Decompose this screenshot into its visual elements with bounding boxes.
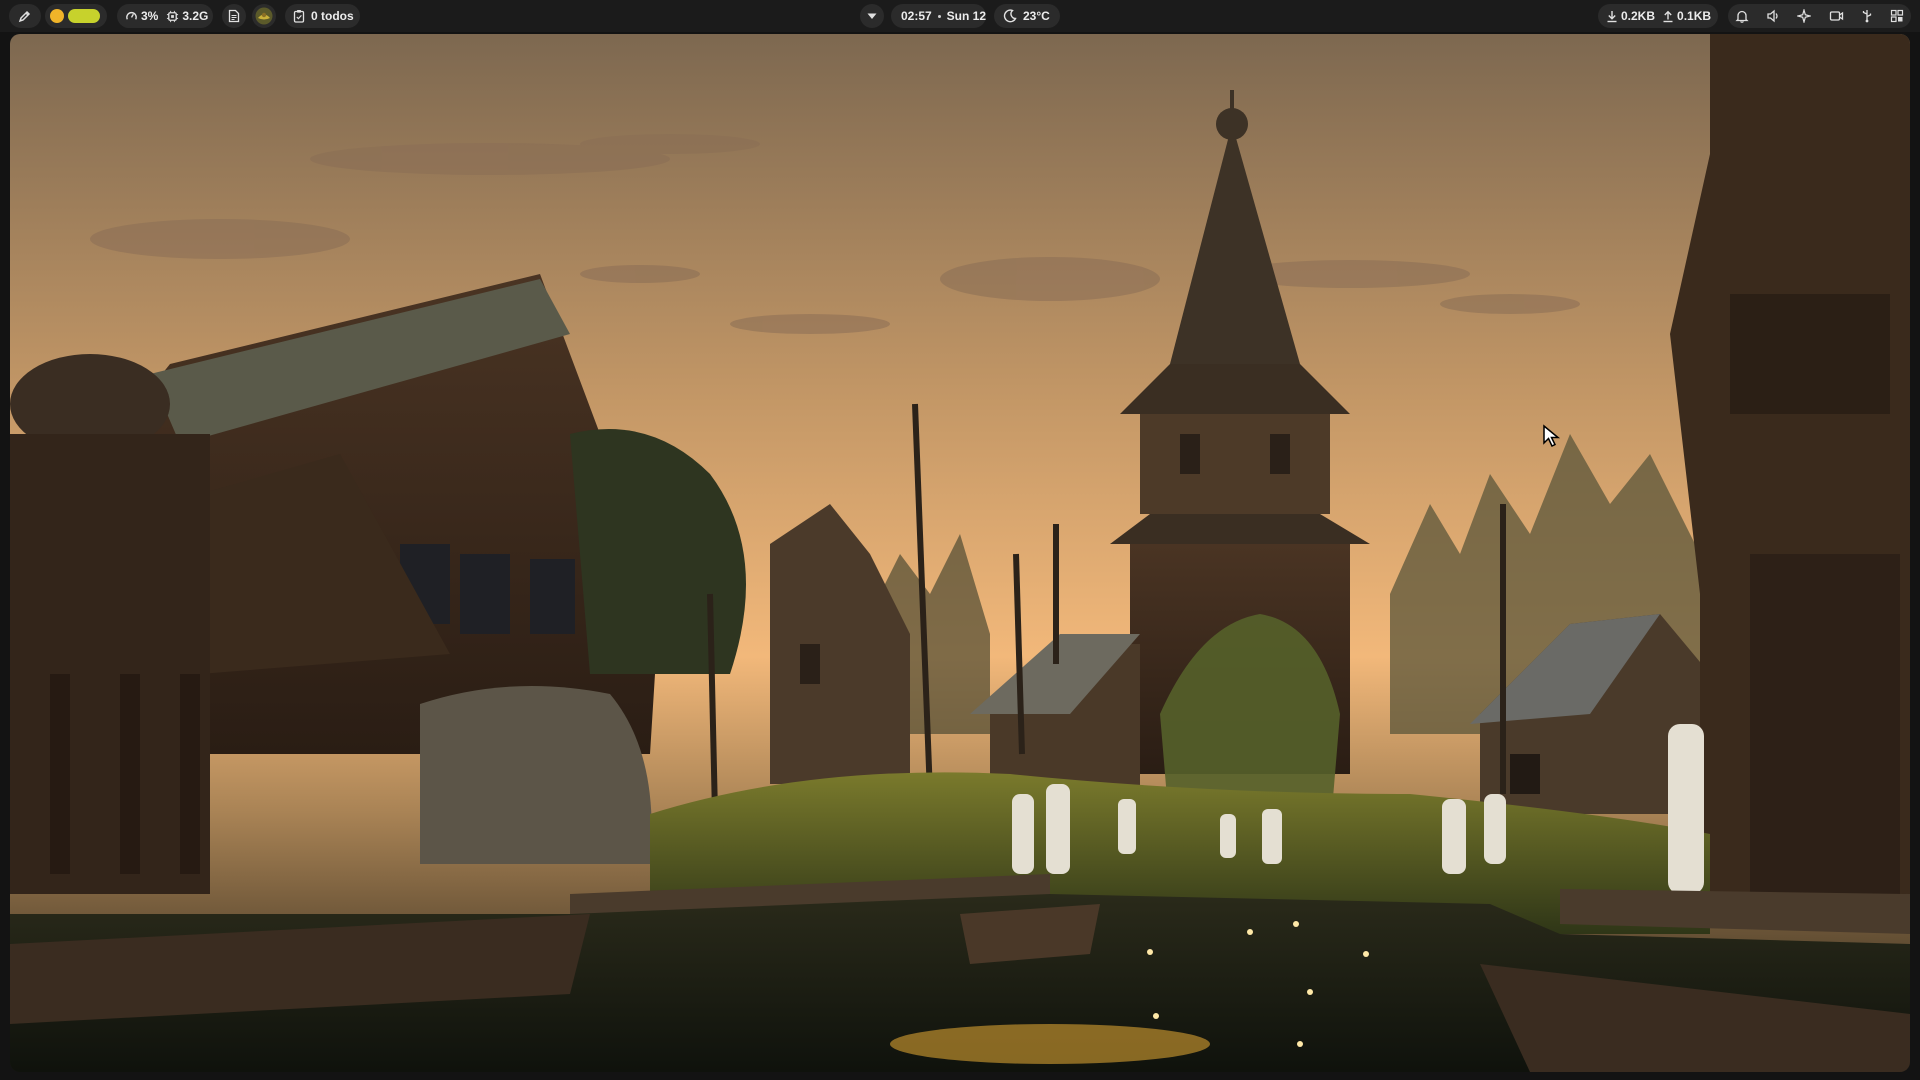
sparkle-icon[interactable] [1797,9,1812,23]
app-avatar-button[interactable] [252,4,276,28]
document-icon [228,9,240,23]
clipboard-icon [293,9,305,23]
camera-icon[interactable] [1829,9,1844,23]
left-pavilion [10,354,210,894]
cpu-gauge-icon [125,10,138,23]
stone-ruin [420,686,652,864]
grid-icon[interactable] [1890,9,1904,23]
app-avatar-icon [255,7,273,25]
usb-icon[interactable] [1861,9,1873,23]
cpu-usage: 3% [141,9,159,23]
memory-chip-icon [166,10,179,23]
system-resources[interactable]: 3% 3.2G [117,4,213,28]
village-scene-illustration [10,34,1910,1072]
edit-button[interactable] [9,4,41,28]
download-arrow-icon [1606,10,1618,23]
bell-icon[interactable] [1735,9,1749,23]
sunset-reflection [890,1024,1210,1064]
system-tray [1728,4,1911,28]
weather-widget[interactable]: 23°C [994,4,1060,28]
mouse-pointer-icon [1542,424,1562,448]
edit-icon [18,9,32,23]
top-bar: 3% 3.2G 0 todos 02:57 Sun 12 23°C 0.2KB … [0,0,1920,32]
todos-count: 0 todos [311,9,354,23]
clock-time: 02:57 [901,9,932,23]
volume-icon[interactable] [1766,9,1780,23]
status-dot-icon [50,9,64,23]
memory-usage: 3.2G [182,9,209,23]
clock-separator [937,14,941,18]
dropdown-toggle[interactable] [860,4,884,28]
network-traffic[interactable]: 0.2KB 0.1KB [1598,4,1718,28]
desktop-wallpaper [10,34,1910,1072]
active-workspace-bar [68,9,100,23]
document-button[interactable] [222,4,246,28]
download-rate: 0.2KB [1621,9,1656,23]
weather-moon-icon [1003,9,1017,23]
temperature: 23°C [1023,9,1050,23]
clock[interactable]: 02:57 Sun 12 [891,4,986,28]
clock-date: Sun 12 [946,9,986,23]
upload-arrow-icon [1662,10,1674,23]
workspace-indicator[interactable] [45,4,107,28]
upload-rate: 0.1KB [1677,9,1712,23]
todos-button[interactable]: 0 todos [285,4,360,28]
chevron-down-icon [866,11,878,21]
